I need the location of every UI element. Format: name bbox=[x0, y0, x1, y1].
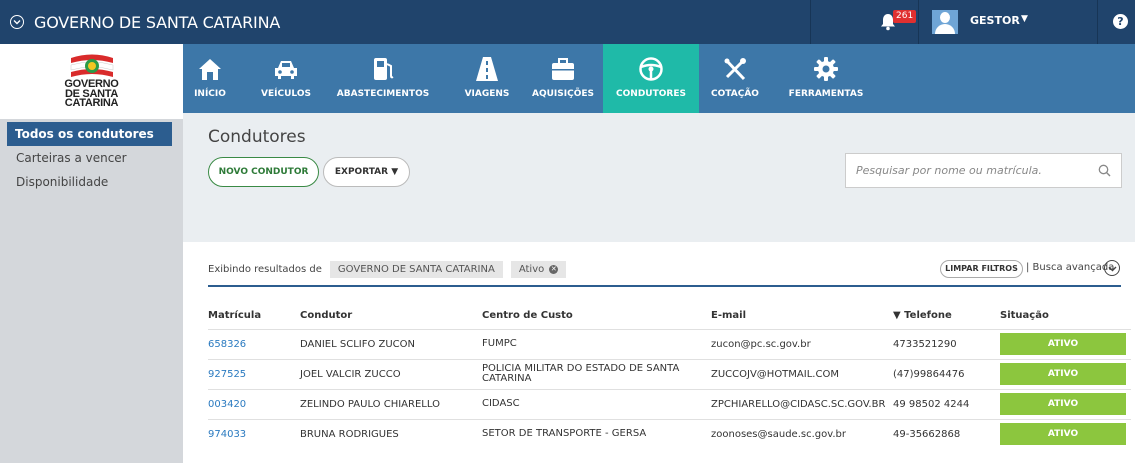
gear-icon bbox=[814, 57, 838, 81]
state-flag-logo bbox=[70, 54, 113, 78]
filter-bar: Exibindo resultados de GOVERNO DE SANTA … bbox=[208, 261, 567, 278]
search-icon[interactable] bbox=[1098, 164, 1111, 177]
new-driver-button[interactable]: NOVO CONDUTOR bbox=[208, 157, 319, 187]
nav-viagens[interactable]: VIAGENS bbox=[464, 44, 510, 113]
cell-matricula[interactable]: 927525 bbox=[208, 358, 300, 389]
nav-veiculos[interactable]: VEÍCULOS bbox=[261, 44, 311, 113]
search-box bbox=[845, 153, 1122, 188]
column-header-matricula[interactable]: Matrícula bbox=[208, 303, 300, 329]
cell-email: zoonoses@saude.sc.gov.br bbox=[711, 418, 893, 449]
cell-email: ZPCHIARELLO@CIDASC.SC.GOV.BR bbox=[711, 388, 893, 419]
table-header: Matrícula Condutor Centro de Custo E-mai… bbox=[208, 303, 1131, 329]
main-nav: INÍCIO VEÍCULOS ABASTECIMENTOS VIAGENS A… bbox=[183, 44, 1135, 113]
cell-email: zucon@pc.sc.gov.br bbox=[711, 328, 893, 359]
table-row: 003420 ZELINDO PAULO CHIARELLO CIDASC ZP… bbox=[208, 388, 1131, 419]
cell-centro-custo: SETOR DE TRANSPORTE - GERSA bbox=[482, 418, 711, 449]
notification-badge: 261 bbox=[893, 10, 917, 23]
column-header-situacao[interactable]: Situação bbox=[1000, 303, 1131, 329]
app-title[interactable]: GOVERNO DE SANTA CATARINA bbox=[34, 13, 280, 32]
filter-prefix: Exibindo resultados de bbox=[208, 264, 322, 275]
drivers-table: Matrícula Condutor Centro de Custo E-mai… bbox=[208, 303, 1131, 449]
nav-abastecimentos[interactable]: ABASTECIMENTOS bbox=[333, 44, 433, 113]
search-input[interactable] bbox=[846, 154, 1086, 187]
sidebar: Todos os condutores Carteiras a vencer D… bbox=[0, 119, 183, 463]
cell-matricula[interactable]: 003420 bbox=[208, 388, 300, 419]
column-header-condutor[interactable]: Condutor bbox=[300, 303, 482, 329]
status-badge[interactable]: ATIVO bbox=[1000, 423, 1126, 446]
clear-filters-button[interactable]: LIMPAR FILTROS bbox=[940, 260, 1023, 278]
advanced-search-link[interactable]: | Busca avançada bbox=[1026, 262, 1114, 273]
cell-centro-custo: POLICIA MILITAR DO ESTADO DE SANTA CATAR… bbox=[482, 358, 711, 389]
nav-ferramentas[interactable]: FERRAMENTAS bbox=[786, 44, 866, 113]
cell-centro-custo: CIDASC bbox=[482, 388, 711, 419]
cell-matricula[interactable]: 658326 bbox=[208, 328, 300, 359]
cell-condutor: JOEL VALCIR ZUCCO bbox=[300, 358, 482, 389]
help-icon[interactable]: ? bbox=[1113, 14, 1128, 29]
menu-toggle-icon[interactable] bbox=[10, 15, 24, 29]
nav-label: ABASTECIMENTOS bbox=[336, 89, 430, 99]
cell-telefone: 4733521290 bbox=[893, 328, 1000, 359]
nav-label: VEÍCULOS bbox=[261, 89, 311, 99]
divider bbox=[1097, 0, 1098, 44]
road-icon bbox=[476, 57, 498, 81]
tools-icon bbox=[724, 58, 746, 81]
chevron-down-icon[interactable] bbox=[1104, 260, 1120, 276]
table-row: 974033 BRUNA RODRIGUES SETOR DE TRANSPOR… bbox=[208, 418, 1131, 449]
nav-label: AQUISIÇÕES bbox=[532, 89, 594, 99]
cell-centro-custo: FUMPC bbox=[482, 328, 711, 359]
sidebar-item-disponibilidade[interactable]: Disponibilidade bbox=[0, 170, 183, 194]
sidebar-item-todos[interactable]: Todos os condutores bbox=[7, 122, 172, 146]
nav-inicio[interactable]: INÍCIO bbox=[190, 44, 230, 113]
cell-condutor: BRUNA RODRIGUES bbox=[300, 418, 482, 449]
sidebar-item-carteiras[interactable]: Carteiras a vencer bbox=[0, 146, 183, 170]
cell-telefone: 49-35662868 bbox=[893, 418, 1000, 449]
nav-label: CONDUTORES bbox=[616, 89, 686, 99]
briefcase-icon bbox=[552, 58, 574, 80]
column-header-centro-custo[interactable]: Centro de Custo bbox=[482, 303, 711, 329]
divider bbox=[810, 0, 811, 44]
cell-telefone: (47)99864476 bbox=[893, 358, 1000, 389]
logo: GOVERNO DE SANTA CATARINA bbox=[0, 44, 183, 119]
logo-text-3: CATARINA bbox=[64, 97, 119, 110]
cell-telefone: 49 98502 4244 bbox=[893, 388, 1000, 419]
filter-chip-status: Ativo ✕ bbox=[510, 261, 567, 278]
fuel-icon bbox=[374, 58, 394, 80]
status-badge[interactable]: ATIVO bbox=[1000, 363, 1126, 385]
avatar[interactable] bbox=[932, 10, 958, 34]
table-row: 927525 JOEL VALCIR ZUCCO POLICIA MILITAR… bbox=[208, 358, 1131, 389]
nav-label: FERRAMENTAS bbox=[788, 89, 864, 99]
status-badge[interactable]: ATIVO bbox=[1000, 333, 1126, 355]
home-icon bbox=[199, 59, 221, 80]
car-icon bbox=[275, 61, 297, 79]
cell-email: ZUCCOJV@HOTMAIL.COM bbox=[711, 358, 893, 389]
filter-chip-org: GOVERNO DE SANTA CATARINA bbox=[329, 261, 503, 278]
divider bbox=[918, 0, 919, 44]
user-dropdown-icon[interactable]: ▼ bbox=[1021, 14, 1028, 24]
steering-wheel-icon bbox=[639, 57, 663, 81]
main-content: Condutores NOVO CONDUTOR EXPORTAR ▼ Exib… bbox=[183, 113, 1135, 463]
column-header-email[interactable]: E-mail bbox=[711, 303, 893, 329]
nav-label: VIAGENS bbox=[464, 89, 510, 99]
column-header-telefone[interactable]: ▼ Telefone bbox=[893, 303, 1000, 329]
status-badge[interactable]: ATIVO bbox=[1000, 393, 1126, 415]
nav-label: INÍCIO bbox=[194, 89, 226, 99]
nav-label: COTAÇÃO bbox=[711, 89, 759, 99]
cell-condutor: ZELINDO PAULO CHIARELLO bbox=[300, 388, 482, 419]
cell-matricula[interactable]: 974033 bbox=[208, 418, 300, 449]
cell-condutor: DANIEL SCLIFO ZUCON bbox=[300, 328, 482, 359]
page-title: Condutores bbox=[208, 127, 306, 147]
divider bbox=[208, 285, 1121, 287]
top-bar: GOVERNO DE SANTA CATARINA bbox=[0, 0, 1135, 44]
remove-filter-icon[interactable]: ✕ bbox=[549, 265, 559, 274]
table-row: 658326 DANIEL SCLIFO ZUCON FUMPC zucon@p… bbox=[208, 328, 1131, 359]
page-header: Condutores NOVO CONDUTOR EXPORTAR ▼ bbox=[183, 113, 1135, 242]
user-name[interactable]: GESTOR bbox=[970, 14, 1020, 27]
filter-chip-label: Ativo bbox=[518, 264, 545, 275]
nav-cotacao[interactable]: COTAÇÃO bbox=[710, 44, 760, 113]
nav-aquisicoes[interactable]: AQUISIÇÕES bbox=[528, 44, 598, 113]
export-button[interactable]: EXPORTAR ▼ bbox=[323, 157, 410, 187]
nav-condutores[interactable]: CONDUTORES bbox=[603, 44, 699, 113]
